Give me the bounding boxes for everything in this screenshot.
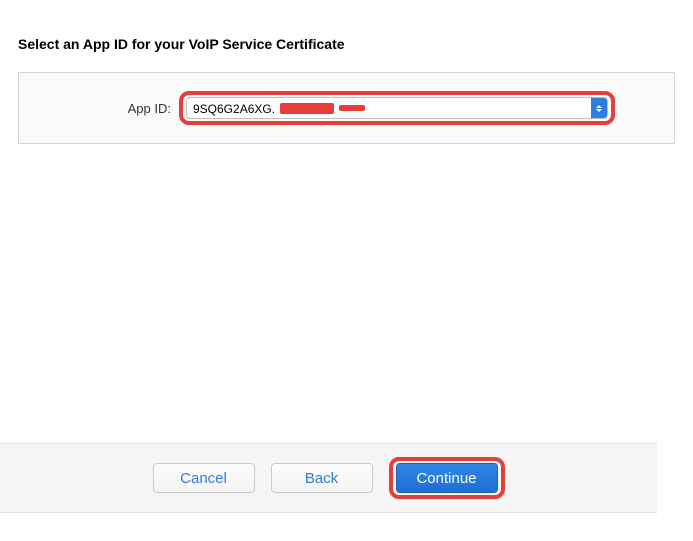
cancel-button[interactable]: Cancel	[153, 463, 255, 493]
footer-bar: Cancel Back Continue	[0, 443, 657, 513]
app-id-select[interactable]: 9SQ6G2A6XG.	[186, 97, 608, 119]
app-id-panel: App ID: 9SQ6G2A6XG.	[18, 72, 675, 144]
redaction-mark	[339, 105, 365, 111]
app-id-highlight: 9SQ6G2A6XG.	[179, 91, 615, 125]
redaction-mark	[280, 103, 334, 114]
app-id-select-value: 9SQ6G2A6XG.	[187, 98, 591, 118]
app-id-label: App ID:	[31, 101, 179, 116]
continue-highlight: Continue	[389, 457, 505, 499]
app-id-row: App ID: 9SQ6G2A6XG.	[31, 91, 662, 125]
chevron-updown-icon	[591, 98, 607, 118]
page-heading: Select an App ID for your VoIP Service C…	[18, 36, 675, 52]
back-button[interactable]: Back	[271, 463, 373, 493]
continue-button[interactable]: Continue	[396, 463, 498, 493]
